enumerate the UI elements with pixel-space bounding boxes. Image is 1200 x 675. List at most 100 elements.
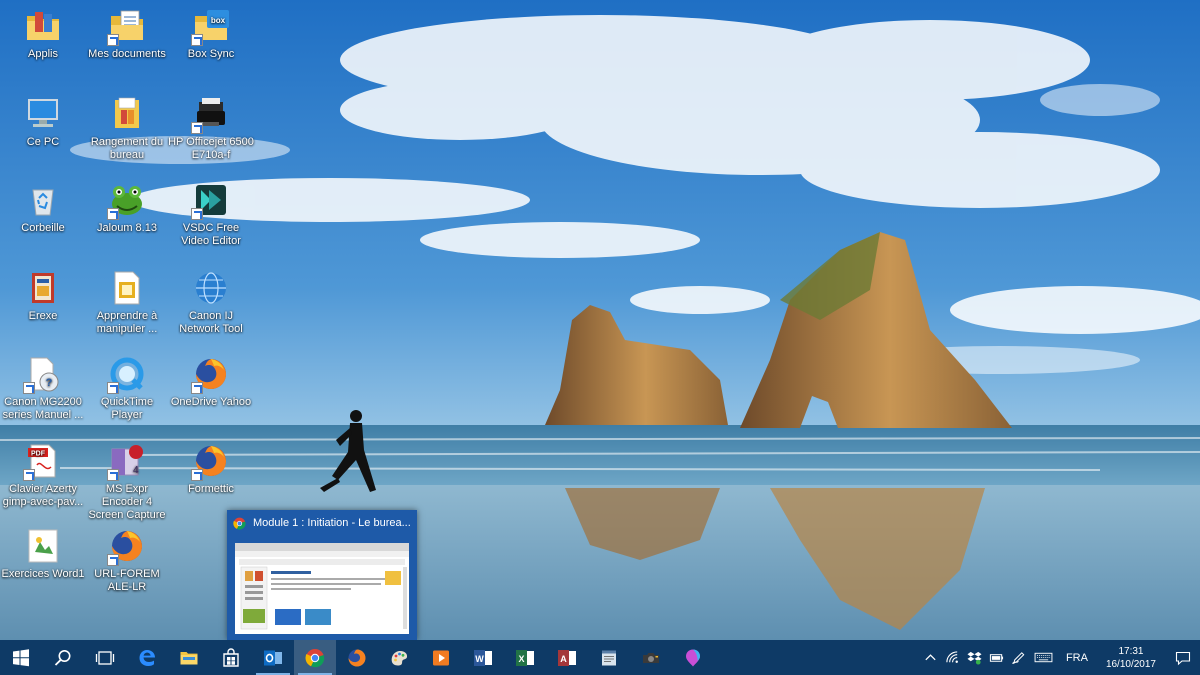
folder-icon xyxy=(25,8,61,44)
desktop-icon-label: Canon MG2200 series Manuel ... xyxy=(2,396,84,421)
dropbox-tray-button[interactable] xyxy=(964,640,986,675)
chrome-button[interactable] xyxy=(294,640,336,675)
shortcut-arrow-icon xyxy=(107,208,119,220)
word-button[interactable]: W xyxy=(462,640,504,675)
keyboard-tray-button[interactable] xyxy=(1030,640,1058,675)
desktop-icon[interactable]: VSDC Free Video Editor xyxy=(168,182,254,248)
system-tray: FRA 17:31 16/10/2017 xyxy=(920,640,1200,675)
maps-button[interactable] xyxy=(672,640,714,675)
outlook-icon xyxy=(264,650,282,665)
word-icon: W xyxy=(474,649,492,666)
camera-icon xyxy=(643,652,659,663)
clock[interactable]: 17:31 16/10/2017 xyxy=(1096,645,1166,671)
wifi-tray-button[interactable] xyxy=(942,640,964,675)
desktop-icon-label: Ce PC xyxy=(26,136,60,148)
word-document-icon xyxy=(25,528,61,564)
pdf-icon: PDF xyxy=(23,443,61,481)
desktop-icon[interactable]: URL-FOREM ALE-LR xyxy=(84,528,170,594)
network-globe-icon xyxy=(193,270,229,306)
search-icon xyxy=(54,649,71,666)
notification-icon xyxy=(1175,651,1191,665)
desktop-icon-label: Corbeille xyxy=(21,222,65,234)
windows-icon xyxy=(13,648,29,666)
notepad-icon xyxy=(602,650,616,665)
desktop-icon[interactable]: Ce PC xyxy=(0,96,86,149)
desktop-icon[interactable]: 4 MS Expr Encoder 4 Screen Capture xyxy=(84,443,170,522)
show-hidden-icons-button[interactable] xyxy=(920,640,942,675)
task-view-icon xyxy=(95,650,115,665)
desktop-icon[interactable]: Rangement du bureau xyxy=(84,96,170,162)
clock-date: 16/10/2017 xyxy=(1105,658,1156,670)
desktop-icon-label: OneDrive Yahoo xyxy=(170,396,252,408)
chrome-icon xyxy=(233,517,246,530)
desktop-icon-label: Apprendre à manipuler ... xyxy=(96,310,158,335)
battery-tray-button[interactable] xyxy=(986,640,1008,675)
access-button[interactable]: A xyxy=(546,640,588,675)
desktop-icon[interactable]: HP Officejet 6500 E710a-f xyxy=(168,96,254,162)
recycle-bin-icon xyxy=(25,182,61,218)
desktop-icon[interactable]: Jaloum 8.13 xyxy=(84,182,170,235)
pen-tray-button[interactable] xyxy=(1008,640,1030,675)
desktop-icon[interactable]: PDF Clavier Azerty gimp-avec-pav... xyxy=(0,443,86,509)
desktop-icon[interactable]: Formettic xyxy=(168,443,254,496)
svg-text:?: ? xyxy=(46,377,53,389)
desktop-icon[interactable]: Corbeille xyxy=(0,182,86,235)
wifi-icon xyxy=(946,651,959,663)
shortcut-arrow-icon xyxy=(107,554,119,566)
action-center-button[interactable] xyxy=(1166,640,1200,675)
desktop-icon-label: Jaloum 8.13 xyxy=(97,222,157,234)
balloon-icon xyxy=(686,649,700,666)
computer-icon xyxy=(25,96,61,132)
desktop-icon-label: Rangement du bureau xyxy=(90,136,164,161)
task-view-button[interactable] xyxy=(84,640,126,675)
outlook-button[interactable] xyxy=(252,640,294,675)
taskbar: W X A FRA 17:31 16/10/2017 xyxy=(0,640,1200,675)
access-icon: A xyxy=(558,649,576,666)
taskbar-thumbnail-preview[interactable]: Module 1 : Initiation - Le burea... xyxy=(227,510,417,640)
desktop-icon[interactable]: Erexe xyxy=(0,270,86,323)
desktop-icon[interactable]: QuickTime Player xyxy=(84,356,170,422)
svg-text:X: X xyxy=(518,654,524,664)
desktop-icon[interactable]: Canon IJ Network Tool xyxy=(168,270,254,336)
desktop-icon[interactable]: Applis xyxy=(0,8,86,61)
language-indicator[interactable]: FRA xyxy=(1058,652,1096,664)
store-icon xyxy=(223,647,239,667)
pen-icon xyxy=(1012,652,1025,665)
desktop-icon[interactable]: Apprendre à manipuler ... xyxy=(84,270,170,336)
shortcut-arrow-icon xyxy=(191,34,203,46)
chevron-up-icon xyxy=(925,654,937,661)
shortcut-arrow-icon xyxy=(107,34,119,46)
document-icon xyxy=(109,270,145,306)
camera-button[interactable] xyxy=(630,640,672,675)
battery-icon xyxy=(990,654,1004,662)
desktop-icon[interactable]: box Box Sync xyxy=(168,8,254,61)
start-button[interactable] xyxy=(0,640,42,675)
notepad-button[interactable] xyxy=(588,640,630,675)
preview-title-bar[interactable]: Module 1 : Initiation - Le burea... xyxy=(227,510,417,536)
excel-button[interactable]: X xyxy=(504,640,546,675)
desktop-icon-label: URL-FOREM ALE-LR xyxy=(94,568,160,593)
desktop-icon[interactable]: OneDrive Yahoo xyxy=(168,356,254,409)
shortcut-arrow-icon xyxy=(23,382,35,394)
desktop-icon-label: HP Officejet 6500 E710a-f xyxy=(168,136,254,161)
paint-button[interactable] xyxy=(378,640,420,675)
svg-text:A: A xyxy=(560,654,567,664)
desktop-icon[interactable]: Exercices Word1 xyxy=(0,528,86,581)
shortcut-arrow-icon xyxy=(191,122,203,134)
excel-icon: X xyxy=(516,649,534,666)
edge-button[interactable] xyxy=(126,640,168,675)
svg-text:PDF: PDF xyxy=(31,451,46,458)
shortcut-arrow-icon xyxy=(23,469,35,481)
desktop-icon[interactable]: Mes documents xyxy=(84,8,170,61)
firefox-button[interactable] xyxy=(336,640,378,675)
printer-icon xyxy=(191,96,229,134)
desktop-icon[interactable]: ? Canon MG2200 series Manuel ... xyxy=(0,356,86,422)
search-button[interactable] xyxy=(42,640,84,675)
file-explorer-button[interactable] xyxy=(168,640,210,675)
edge-icon xyxy=(139,649,155,666)
frog-icon xyxy=(107,182,145,220)
desktop-icon-label: Box Sync xyxy=(187,48,235,60)
media-button[interactable] xyxy=(420,640,462,675)
dropbox-icon xyxy=(967,651,982,665)
store-button[interactable] xyxy=(210,640,252,675)
